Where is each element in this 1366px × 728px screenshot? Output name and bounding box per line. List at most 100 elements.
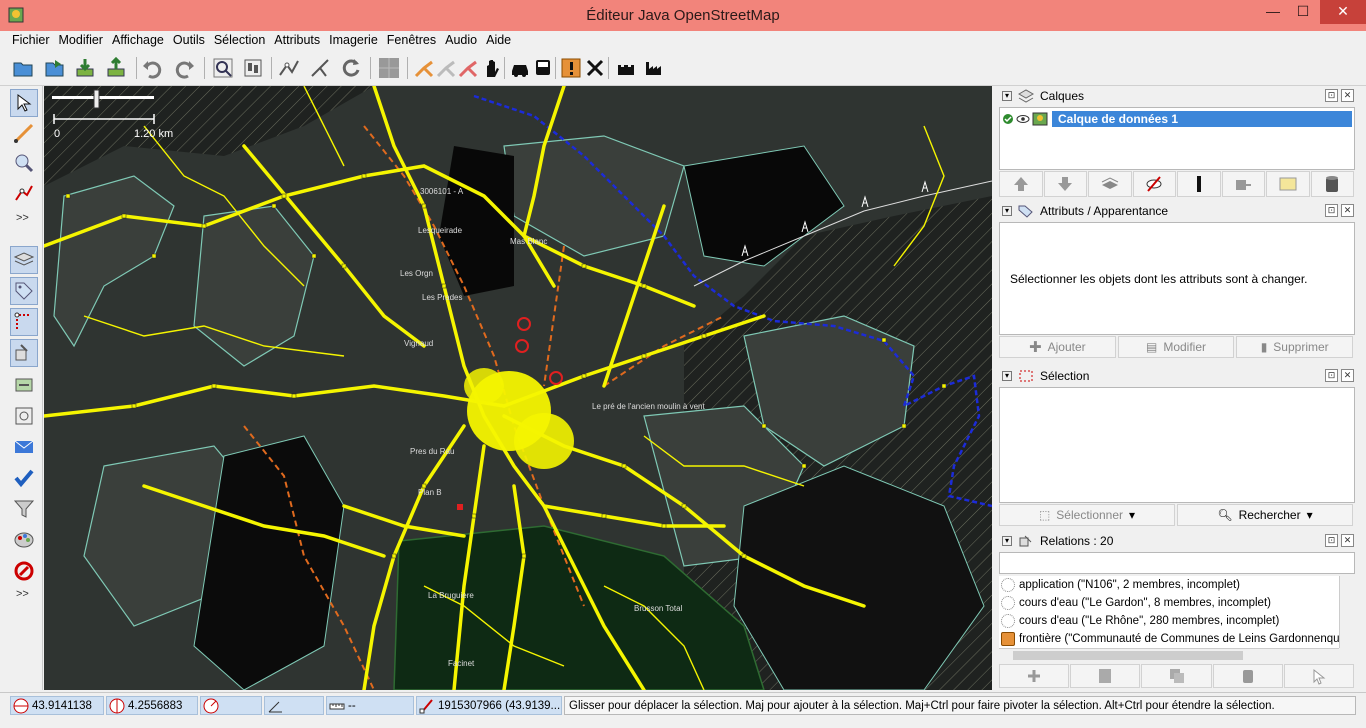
selection-list[interactable] [999, 387, 1355, 503]
move-layer-icon[interactable] [1221, 171, 1265, 197]
dropdown-arrow-icon[interactable]: ▾ [1307, 508, 1313, 522]
layer-row[interactable]: Calque de données 1 [1002, 110, 1352, 127]
move-down-icon[interactable] [1043, 171, 1087, 197]
list-item[interactable]: application ("N106", 2 membres, incomple… [999, 576, 1339, 594]
map-view[interactable]: 0 1.20 km 3006101 - A Mas Blanc Les Prad… [44, 86, 992, 690]
map-canvas[interactable] [44, 86, 992, 690]
filter-toggle[interactable] [10, 495, 38, 523]
select-members-icon[interactable] [1283, 664, 1355, 688]
redo-icon[interactable] [172, 55, 198, 81]
close-panel-icon[interactable]: ✕ [1341, 204, 1354, 217]
dropdown-arrow-icon[interactable]: ▾ [1129, 508, 1135, 522]
hand-icon[interactable] [479, 55, 505, 81]
modify-tag-button[interactable]: ▤ Modifier [1117, 336, 1235, 358]
detach-icon[interactable]: ⊡ [1325, 89, 1338, 102]
delete-relation-icon[interactable] [1212, 664, 1283, 688]
list-item[interactable]: cours d'eau ("Le Gardon", 8 membres, inc… [999, 594, 1339, 612]
menu-aide[interactable]: Aide [482, 31, 516, 51]
opacity-icon[interactable] [1177, 171, 1221, 197]
close-panel-icon[interactable]: ✕ [1341, 534, 1354, 547]
collapse-icon[interactable]: ▾ [1002, 91, 1012, 101]
zoom-tool[interactable] [10, 149, 38, 177]
search-button[interactable]: 🔍︎ Rechercher ▾ [1177, 504, 1353, 526]
changesets-toggle[interactable] [10, 433, 38, 461]
zoom-fit-icon[interactable] [210, 55, 236, 81]
close-panel-icon[interactable]: ✕ [1341, 369, 1354, 382]
delete-tag-button[interactable]: ▮ Supprimer [1236, 336, 1354, 358]
menu-attributs[interactable]: Attributs [270, 31, 325, 51]
notes-toggle[interactable] [10, 557, 38, 585]
hide-layer-icon[interactable] [1132, 171, 1176, 197]
collapse-icon[interactable]: ▾ [1002, 536, 1012, 546]
history-toggle[interactable] [10, 402, 38, 430]
layers-toggle[interactable] [10, 246, 38, 274]
select-tool[interactable] [10, 89, 38, 117]
new-relation-icon[interactable] [999, 664, 1070, 688]
maximize-button[interactable]: ☐ [1288, 0, 1318, 24]
merge-nodes-icon[interactable] [455, 55, 481, 81]
close-button[interactable]: ✕ [1320, 0, 1366, 24]
selection-header[interactable]: ▾ Sélection ⊡ ✕ [998, 366, 1354, 386]
select-button[interactable]: ⬚ Sélectionner ▾ [999, 504, 1175, 526]
menu-selection[interactable]: Sélection [210, 31, 270, 51]
move-up-icon[interactable] [999, 171, 1043, 197]
relations-header[interactable]: ▾ Relations : 20 ⊡ ✕ [998, 531, 1354, 551]
status-bar: 43.9141138 4.2556883 -- 1915307966 (43.9… [0, 692, 1366, 718]
minimize-button[interactable]: — [1258, 0, 1288, 24]
menu-fichier[interactable]: Fichier [8, 31, 55, 51]
menu-modifier[interactable]: Modifier [55, 31, 108, 51]
menu-outils[interactable]: Outils [169, 31, 210, 51]
selection-toggle[interactable] [10, 308, 38, 336]
relations-toggle[interactable] [10, 339, 38, 367]
more-tools-2[interactable]: >> [16, 588, 29, 600]
relations-filter-input[interactable] [999, 552, 1355, 574]
delete-tool[interactable] [10, 179, 38, 207]
add-tag-button[interactable]: ✚ Ajouter [999, 336, 1116, 358]
layer-info-icon[interactable] [1266, 171, 1310, 197]
open-icon[interactable] [10, 55, 36, 81]
visibility-eye-icon[interactable] [1016, 113, 1030, 125]
more-tools-1[interactable]: >> [16, 212, 29, 224]
tags-toggle[interactable] [10, 277, 38, 305]
factory-icon[interactable] [641, 55, 667, 81]
cross-icon[interactable] [582, 55, 608, 81]
reload-icon[interactable] [338, 55, 364, 81]
upload-icon[interactable] [103, 55, 129, 81]
menu-audio[interactable]: Audio [441, 31, 482, 51]
detach-icon[interactable]: ⊡ [1325, 534, 1338, 547]
merge-layer-icon[interactable] [1088, 171, 1132, 197]
attributes-header[interactable]: ▾ Attributs / Apparentance ⊡ ✕ [998, 201, 1354, 221]
bus-icon[interactable] [530, 55, 556, 81]
horizontal-scrollbar[interactable] [999, 648, 1339, 662]
vertical-scrollbar[interactable] [1339, 576, 1354, 648]
validator-toggle[interactable] [10, 464, 38, 492]
download-icon[interactable] [72, 55, 98, 81]
castle-icon[interactable] [613, 55, 639, 81]
undo-icon[interactable] [139, 55, 165, 81]
list-item[interactable]: cours d'eau ("Le Rhône", 280 membres, in… [999, 612, 1339, 630]
menu-imagerie[interactable]: Imagerie [325, 31, 383, 51]
combine-way-icon[interactable] [307, 55, 333, 81]
menu-fenetres[interactable]: Fenêtres [383, 31, 441, 51]
collapse-icon[interactable]: ▾ [1002, 206, 1012, 216]
grid-icon[interactable] [376, 55, 402, 81]
preferences-icon[interactable] [240, 55, 266, 81]
layer-name[interactable]: Calque de données 1 [1052, 110, 1352, 127]
detach-icon[interactable]: ⊡ [1325, 369, 1338, 382]
detach-icon[interactable]: ⊡ [1325, 204, 1338, 217]
layers-header[interactable]: ▾ Calques ⊡ ✕ [998, 86, 1354, 106]
save-as-icon[interactable] [41, 55, 67, 81]
list-item[interactable]: frontière ("Communauté de Communes de Le… [999, 630, 1339, 648]
edit-relation-icon[interactable] [1070, 664, 1141, 688]
collapse-icon[interactable]: ▾ [1002, 371, 1012, 381]
delete-layer-icon[interactable] [1310, 171, 1354, 197]
split-way-icon[interactable] [276, 55, 302, 81]
commands-toggle[interactable] [10, 371, 38, 399]
draw-tool[interactable] [10, 119, 38, 147]
active-check-icon[interactable] [1002, 113, 1014, 125]
map-paint-toggle[interactable] [10, 526, 38, 554]
menu-affichage[interactable]: Affichage [108, 31, 169, 51]
duplicate-relation-icon[interactable] [1141, 664, 1212, 688]
warning-icon[interactable] [558, 55, 584, 81]
close-panel-icon[interactable]: ✕ [1341, 89, 1354, 102]
